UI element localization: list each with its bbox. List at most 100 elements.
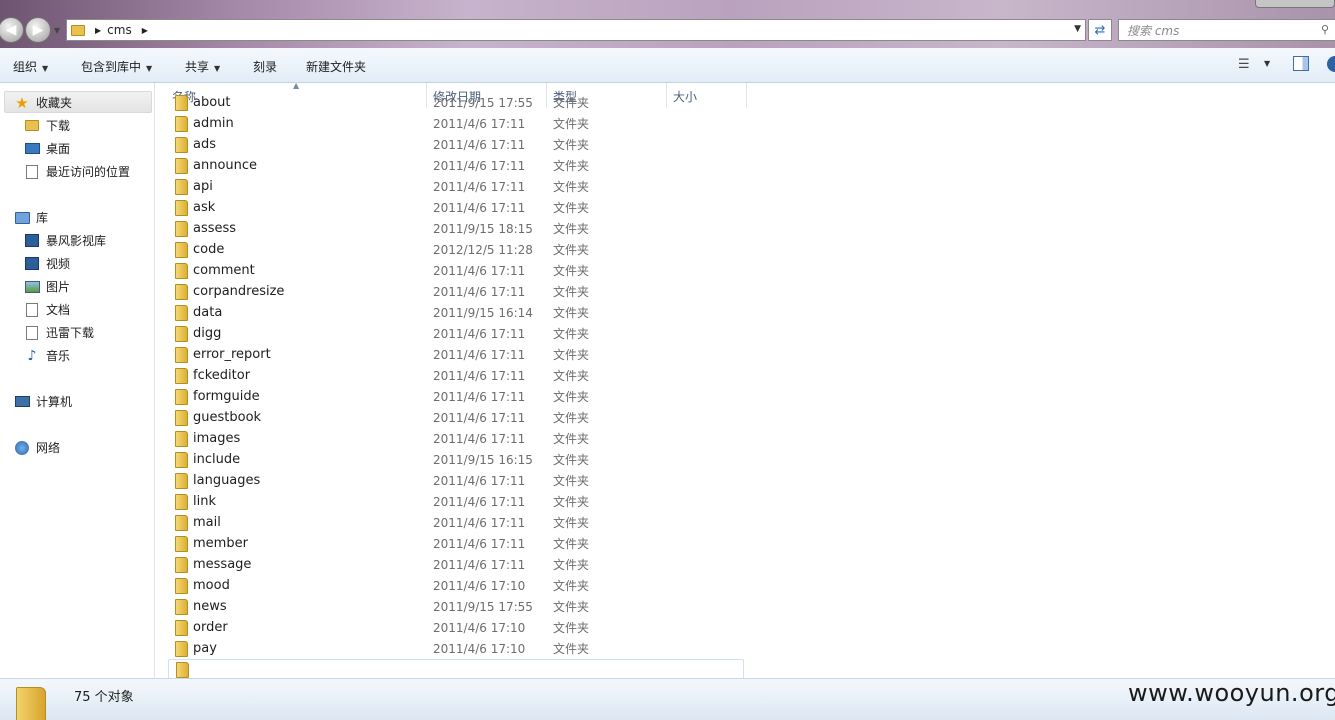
file-row[interactable]: formguide 2011/4/6 17:11 文件夹 (168, 386, 744, 407)
chevron-down-icon[interactable]: ▼ (1264, 59, 1270, 68)
file-row[interactable]: error_report 2011/4/6 17:11 文件夹 (168, 344, 744, 365)
file-type: 文件夹 (553, 516, 590, 530)
file-row[interactable]: announce 2011/4/6 17:11 文件夹 (168, 155, 744, 176)
folder-icon (175, 136, 188, 153)
file-row[interactable]: images 2011/4/6 17:11 文件夹 (168, 428, 744, 449)
file-modified: 2011/4/6 17:11 (433, 431, 526, 446)
file-row[interactable]: message 2011/4/6 17:11 文件夹 (168, 554, 744, 575)
nav-libraries[interactable]: 库 (14, 209, 48, 226)
file-modified: 2011/4/6 17:11 (433, 536, 526, 551)
file-type: 文件夹 (553, 264, 590, 278)
file-row[interactable]: languages 2011/4/6 17:11 文件夹 (168, 470, 744, 491)
folder-icon (175, 346, 188, 363)
refresh-button[interactable]: ⇄ (1088, 19, 1112, 41)
new-folder-button[interactable]: 新建文件夹 (306, 58, 366, 75)
include-in-library-button[interactable]: 包含到库中 ▼ (81, 58, 152, 75)
organize-button[interactable]: 组织 ▼ (13, 58, 48, 75)
document-icon (26, 302, 38, 317)
nav-network[interactable]: 网络 (14, 439, 60, 456)
burn-button[interactable]: 刻录 (253, 58, 277, 75)
share-button[interactable]: 共享 ▼ (185, 58, 220, 75)
folder-icon (175, 178, 188, 195)
nav-documents[interactable]: 文档 (24, 301, 70, 318)
file-row[interactable]: about 2011/9/15 17:55 文件夹 (168, 92, 744, 113)
file-name: news (193, 599, 227, 614)
file-row[interactable]: guestbook 2011/4/6 17:11 文件夹 (168, 407, 744, 428)
nav-music[interactable]: ♪ 音乐 (24, 347, 70, 364)
nav-videos[interactable]: 视频 (24, 255, 70, 272)
status-bar: 75 个对象 www.wooyun.org (0, 678, 1335, 720)
item-count: 75 个对象 (74, 690, 134, 705)
file-modified: 2011/4/6 17:10 (433, 620, 526, 635)
file-modified: 2011/4/6 17:11 (433, 284, 526, 299)
recent-pages-dropdown[interactable]: ▼ (54, 26, 62, 35)
file-name: ask (193, 200, 216, 215)
file-row[interactable]: include 2011/9/15 16:15 文件夹 (168, 449, 744, 470)
nav-recent-label: 最近访问的位置 (46, 165, 131, 179)
search-placeholder: 搜索 cms (1127, 23, 1180, 38)
file-type: 文件夹 (553, 327, 590, 341)
folder-icon (175, 262, 188, 279)
file-list-pane: ▲ 名称 修改日期 类型 大小 about2011/9/15 17:55文件夹a… (156, 83, 1335, 678)
chevron-down-icon[interactable]: ▼ (1074, 24, 1081, 34)
file-row[interactable]: digg 2011/4/6 17:11 文件夹 (168, 323, 744, 344)
file-modified: 2011/4/6 17:11 (433, 116, 526, 131)
folder-icon (175, 367, 188, 384)
window-controls[interactable] (1255, 0, 1335, 8)
file-row[interactable]: data 2011/9/15 16:14 文件夹 (168, 302, 744, 323)
file-type: 文件夹 (553, 138, 590, 152)
chevron-right-icon[interactable]: ▶ (142, 26, 148, 35)
file-row[interactable]: order 2011/4/6 17:10 文件夹 (168, 617, 744, 638)
nav-desktop[interactable]: 桌面 (24, 140, 70, 157)
view-options-icon[interactable]: ☰ (1238, 57, 1254, 72)
file-row[interactable]: mood 2011/4/6 17:10 文件夹 (168, 575, 744, 596)
column-divider[interactable] (746, 83, 747, 108)
chevron-right-icon[interactable]: ▶ (95, 26, 101, 35)
file-row[interactable]: mail 2011/4/6 17:11 文件夹 (168, 512, 744, 533)
folder-icon (175, 577, 188, 594)
search-input[interactable]: 搜索 cms ⚲ (1118, 19, 1335, 41)
organize-label: 组织 (13, 60, 38, 74)
address-bar[interactable]: ▶ cms ▶ ▼ (66, 19, 1086, 41)
video-icon (25, 257, 39, 270)
file-row[interactable]: api 2011/4/6 17:11 文件夹 (168, 176, 744, 197)
preview-pane-icon[interactable] (1293, 56, 1309, 71)
file-name: images (193, 431, 241, 446)
folder-icon (175, 115, 188, 132)
file-row[interactable]: fckeditor 2011/4/6 17:11 文件夹 (168, 365, 744, 386)
file-modified: 2011/4/6 17:10 (433, 578, 526, 593)
file-row[interactable]: link 2011/4/6 17:11 文件夹 (168, 491, 744, 512)
file-row[interactable]: assess 2011/9/15 18:15 文件夹 (168, 218, 744, 239)
nav-favorites[interactable]: ★ 收藏夹 (14, 94, 72, 112)
file-modified: 2011/9/15 17:55 (433, 599, 533, 614)
file-row[interactable]: ads 2011/4/6 17:11 文件夹 (168, 134, 744, 155)
file-type: 文件夹 (553, 474, 590, 488)
folder-icon (175, 409, 188, 426)
folder-icon (175, 619, 188, 636)
file-row[interactable]: comment 2011/4/6 17:11 文件夹 (168, 260, 744, 281)
forward-button[interactable]: ▶ (25, 17, 51, 43)
file-name: admin (193, 116, 234, 131)
file-row[interactable]: news 2011/9/15 17:55 文件夹 (168, 596, 744, 617)
file-row[interactable]: member 2011/4/6 17:11 文件夹 (168, 533, 744, 554)
nav-recent-places[interactable]: 最近访问的位置 (24, 163, 130, 180)
file-row-partial[interactable] (168, 659, 744, 678)
folder-icon (175, 640, 188, 657)
nav-downloads-label: 下载 (46, 119, 71, 133)
nav-baofeng-library[interactable]: 暴风影视库 (24, 232, 106, 249)
file-name: data (193, 305, 223, 320)
nav-xunlei-downloads[interactable]: 迅雷下载 (24, 324, 94, 341)
nav-pictures-label: 图片 (46, 280, 71, 294)
nav-libraries-label: 库 (36, 211, 49, 225)
breadcrumb-cms[interactable]: cms (107, 23, 132, 37)
nav-computer[interactable]: 计算机 (14, 393, 72, 410)
file-row[interactable]: ask 2011/4/6 17:11 文件夹 (168, 197, 744, 218)
file-row[interactable]: corpandresize 2011/4/6 17:11 文件夹 (168, 281, 744, 302)
nav-downloads[interactable]: 下载 (24, 117, 70, 134)
download-library-icon (26, 325, 38, 340)
file-row[interactable]: admin 2011/4/6 17:11 文件夹 (168, 113, 744, 134)
file-row[interactable]: code 2012/12/5 11:28 文件夹 (168, 239, 744, 260)
file-row[interactable]: pay 2011/4/6 17:10 文件夹 (168, 638, 744, 659)
search-icon[interactable]: ⚲ (1321, 23, 1329, 36)
nav-pictures[interactable]: 图片 (24, 278, 70, 295)
